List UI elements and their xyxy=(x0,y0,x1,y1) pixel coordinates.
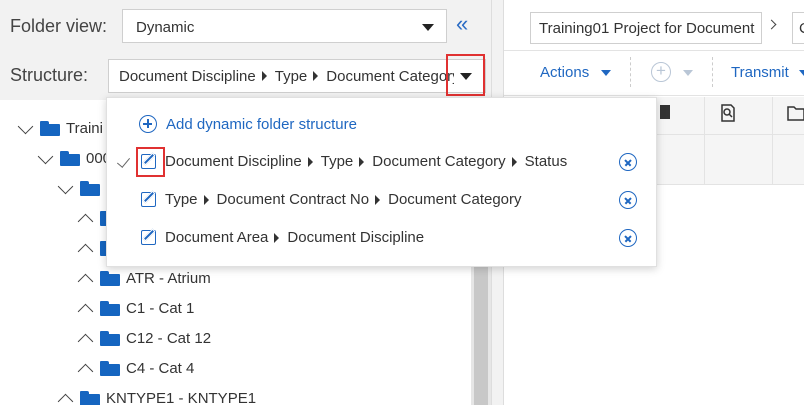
tree-item[interactable]: C12 - Cat 12 xyxy=(78,327,211,349)
chevron-up-icon[interactable] xyxy=(58,390,74,405)
structure-option-path: Type Document Contract No Document Categor… xyxy=(165,191,522,208)
folder-outline-icon[interactable] xyxy=(786,103,804,123)
chevron-up-icon[interactable] xyxy=(78,270,94,286)
structure-segment: Type xyxy=(274,68,308,85)
chevron-down-icon[interactable] xyxy=(38,150,54,166)
checkmark-icon xyxy=(116,154,131,168)
folder-icon xyxy=(80,180,100,196)
option-segment: Type xyxy=(320,153,354,170)
folder-icon xyxy=(40,120,60,136)
grid-column-divider xyxy=(772,97,773,185)
option-segment: Document Area xyxy=(165,229,269,246)
breadcrumb-next[interactable]: C xyxy=(792,12,804,44)
breadcrumb-project-label: Training01 Project for Document xyxy=(539,20,755,37)
add-dynamic-structure-button[interactable]: Add dynamic folder structure xyxy=(139,115,357,133)
arrow-right-icon xyxy=(375,194,381,205)
chevron-up-icon[interactable] xyxy=(78,330,94,346)
chevron-up-icon[interactable] xyxy=(78,210,94,226)
arrow-right-icon xyxy=(203,194,209,205)
chevron-down-icon[interactable] xyxy=(799,70,804,76)
tree-item[interactable]: 000 xyxy=(38,147,111,169)
toolbar-separator xyxy=(630,57,631,87)
collapse-panel-icon[interactable]: « xyxy=(456,13,468,35)
structure-select[interactable]: Document Discipline Type Document Category xyxy=(108,59,486,93)
structure-option[interactable]: Document Area Document Discipline xyxy=(107,224,656,254)
arrow-right-icon xyxy=(511,156,517,167)
tree-item[interactable]: C1 - Cat 1 xyxy=(78,297,194,319)
edit-icon[interactable] xyxy=(141,192,156,207)
option-segment: Document Discipline xyxy=(165,153,302,170)
highlight-box xyxy=(446,54,485,96)
chevron-up-icon[interactable] xyxy=(78,360,94,376)
document-search-icon[interactable] xyxy=(718,103,738,123)
chevron-down-icon[interactable] xyxy=(601,70,611,76)
option-segment: Document Category xyxy=(388,191,522,208)
tree-item[interactable] xyxy=(58,177,106,199)
breadcrumb-project[interactable]: Training01 Project for Document xyxy=(530,12,762,44)
chevron-up-icon[interactable] xyxy=(78,300,94,316)
folder-icon xyxy=(100,270,120,286)
structure-option[interactable]: Document Discipline Type Document Category… xyxy=(107,147,656,178)
remove-icon[interactable] xyxy=(619,229,637,247)
chevron-up-icon[interactable] xyxy=(78,240,94,256)
option-segment: Status xyxy=(524,153,568,170)
folder-icon xyxy=(60,150,80,166)
structure-option-path: Document Area Document Discipline xyxy=(165,229,424,246)
folder-view-label: Folder view: xyxy=(10,16,108,36)
tree-item[interactable]: Traini xyxy=(18,117,103,139)
add-icon[interactable]: + xyxy=(651,62,671,82)
tree-item-label: KNTYPE1 - KNTYPE1 xyxy=(106,389,257,405)
arrow-right-icon xyxy=(313,71,319,82)
highlight-box xyxy=(136,147,165,177)
tree-item[interactable]: KNTYPE1 - KNTYPE1 xyxy=(58,387,256,405)
arrow-right-icon xyxy=(274,232,280,243)
tree-item-label: Traini xyxy=(66,119,103,137)
option-segment: Type xyxy=(165,191,198,208)
structure-option-path: Document Discipline Type Document Category… xyxy=(165,153,567,170)
tree-item-label: ATR - Atrium xyxy=(126,269,211,287)
option-segment: Document Contract No xyxy=(216,191,370,208)
structure-segment: Document Discipline xyxy=(119,68,256,85)
folder-icon xyxy=(100,360,120,376)
actions-button[interactable]: Actions xyxy=(540,64,589,81)
toolbar-separator xyxy=(712,57,713,87)
grid-column-divider xyxy=(704,97,705,185)
tree-item[interactable]: C4 - Cat 4 xyxy=(78,357,194,379)
document-icon[interactable] xyxy=(654,103,674,123)
folder-view-value: Dynamic xyxy=(136,19,195,36)
chevron-down-icon[interactable] xyxy=(58,180,74,196)
breadcrumb-next-label: C xyxy=(799,20,804,37)
structure-segment: Document Category xyxy=(326,68,454,85)
option-segment: Document Discipline xyxy=(287,229,425,246)
remove-icon[interactable] xyxy=(619,191,637,209)
chevron-down-icon[interactable] xyxy=(683,70,693,76)
chevron-down-icon xyxy=(422,24,434,31)
arrow-right-icon xyxy=(359,156,365,167)
folder-icon xyxy=(100,330,120,346)
transmit-button[interactable]: Transmit xyxy=(731,64,789,81)
structure-dropdown-menu: Add dynamic folder structure Document Di… xyxy=(106,97,657,267)
remove-icon[interactable] xyxy=(619,153,637,171)
option-segment: Document Category xyxy=(372,153,506,170)
structure-label: Structure: xyxy=(10,65,89,85)
chevron-down-icon[interactable] xyxy=(18,120,34,136)
structure-option[interactable]: Type Document Contract No Document Categor… xyxy=(107,186,656,216)
tree-item-label: C4 - Cat 4 xyxy=(126,359,195,377)
folder-view-select[interactable]: Dynamic xyxy=(122,9,447,43)
arrow-right-icon xyxy=(261,71,267,82)
edit-icon[interactable] xyxy=(141,230,156,245)
add-dynamic-structure-label: Add dynamic folder structure xyxy=(166,115,357,133)
folder-icon xyxy=(80,390,100,405)
tree-item-label: C1 - Cat 1 xyxy=(126,299,195,317)
add-circle-icon xyxy=(139,115,157,133)
tree-item[interactable]: ATR - Atrium xyxy=(78,267,211,289)
tree-item-label: C12 - Cat 12 xyxy=(126,329,212,347)
structure-path: Document Discipline Type Document Category xyxy=(109,60,454,92)
folder-icon xyxy=(100,300,120,316)
arrow-right-icon xyxy=(307,156,313,167)
